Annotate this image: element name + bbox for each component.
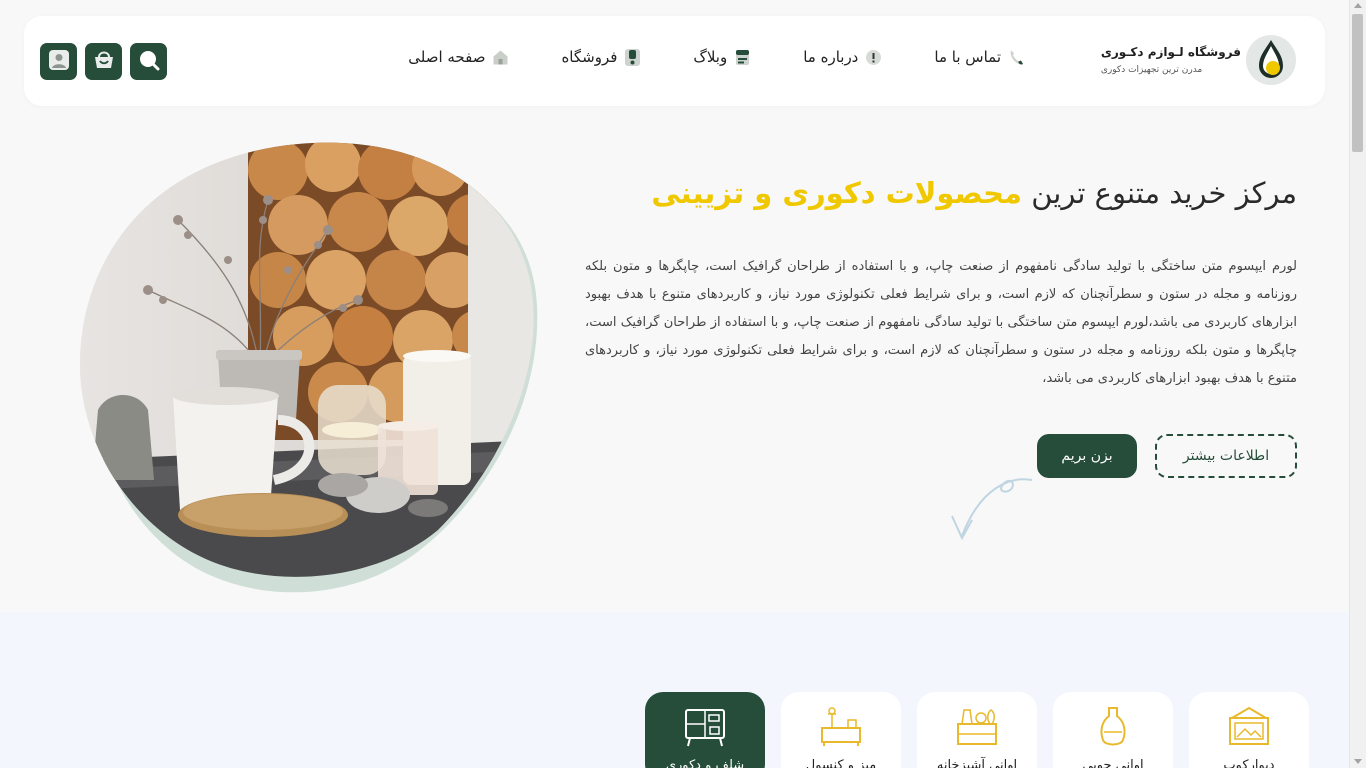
home-icon: [491, 48, 509, 66]
logo-subtitle: مدرن ترین تجهیزات دکوری: [1100, 65, 1203, 75]
category-wall-decor[interactable]: دیوارکوب: [1189, 692, 1309, 768]
hero-image: [79, 142, 538, 593]
category-table-console[interactable]: میز و کنسول: [781, 692, 901, 768]
category-kitchenware-label: اوانی آشپزخانه: [936, 758, 1018, 768]
table-console-icon: [821, 707, 861, 746]
hero-title-highlight: محصولات دکوری و تزیینی: [651, 176, 1023, 210]
category-kitchenware[interactable]: اوانی آشپزخانه: [917, 692, 1037, 768]
more-info-button[interactable]: اطلاعات بیشتر: [1155, 434, 1297, 478]
site-header: فروشگاه لـوازم دکـوری مدرن ترین تجهیزات …: [24, 16, 1325, 106]
page-scrollbar[interactable]: [1349, 0, 1366, 768]
scroll-thumb[interactable]: [1352, 14, 1363, 152]
nav-home-label: صفحه اصلی: [408, 48, 486, 66]
logo-mark-icon: [1245, 34, 1297, 86]
lets-go-button[interactable]: بزن بریم: [1037, 434, 1137, 478]
nav-about-label: درباره ما: [803, 48, 859, 66]
user-icon: [48, 49, 70, 75]
basket-icon: [93, 49, 115, 75]
kitchenware-icon: [957, 709, 997, 745]
shop-icon: [623, 48, 641, 66]
nav-contact-label: تماس با ما: [934, 48, 1001, 66]
main-nav: صفحه اصلی فروشگاه وبلاگ درباره ما تماس ب…: [408, 48, 1025, 66]
wall-decor-icon: [1228, 706, 1270, 745]
nav-contact[interactable]: تماس با ما: [934, 48, 1025, 66]
phone-icon: [1007, 48, 1025, 66]
logo-title: فروشگاه لـوازم دکـوری: [1100, 45, 1241, 59]
category-wood-vessels-label: اوانی چوبی: [1082, 758, 1144, 768]
hero-title: مرکز خرید متنوع ترین محصولات دکوری و تزی…: [651, 176, 1297, 210]
scroll-down-icon[interactable]: [1354, 759, 1362, 764]
blog-icon: [733, 48, 751, 66]
header-actions: [40, 43, 167, 80]
nav-about[interactable]: درباره ما: [803, 48, 882, 66]
category-table-console-label: میز و کنسول: [805, 758, 877, 768]
nav-shop[interactable]: فروشگاه: [561, 48, 641, 66]
site-logo[interactable]: فروشگاه لـوازم دکـوری مدرن ترین تجهیزات …: [1101, 34, 1297, 86]
search-icon: [138, 49, 160, 75]
page: فروشگاه لـوازم دکـوری مدرن ترین تجهیزات …: [0, 0, 1349, 768]
info-icon: [864, 48, 882, 66]
nav-home[interactable]: صفحه اصلی: [408, 48, 509, 66]
vase-icon: [1100, 707, 1126, 746]
category-shelf-decor-label: شلف و دکوری: [665, 758, 745, 768]
hero-paragraph: لورم ایپسوم متن ساختگی با تولید سادگی نا…: [585, 259, 1297, 386]
scroll-up-icon[interactable]: [1354, 3, 1362, 8]
nav-blog-label: وبلاگ: [693, 48, 728, 66]
basket-button[interactable]: [85, 43, 122, 80]
nav-blog[interactable]: وبلاگ: [693, 48, 751, 66]
nav-shop-label: فروشگاه: [561, 48, 618, 66]
category-wood-vessels[interactable]: اوانی چوبی: [1053, 692, 1173, 768]
hero-title-plain: مرکز خرید متنوع ترین: [1031, 176, 1297, 210]
decorative-arrow-icon: [951, 478, 1033, 541]
search-button[interactable]: [130, 43, 167, 80]
shelf-icon: [685, 709, 725, 747]
user-button[interactable]: [40, 43, 77, 80]
category-shelf-decor[interactable]: شلف و دکوری: [645, 692, 765, 768]
category-wall-decor-label: دیوارکوب: [1223, 758, 1275, 768]
